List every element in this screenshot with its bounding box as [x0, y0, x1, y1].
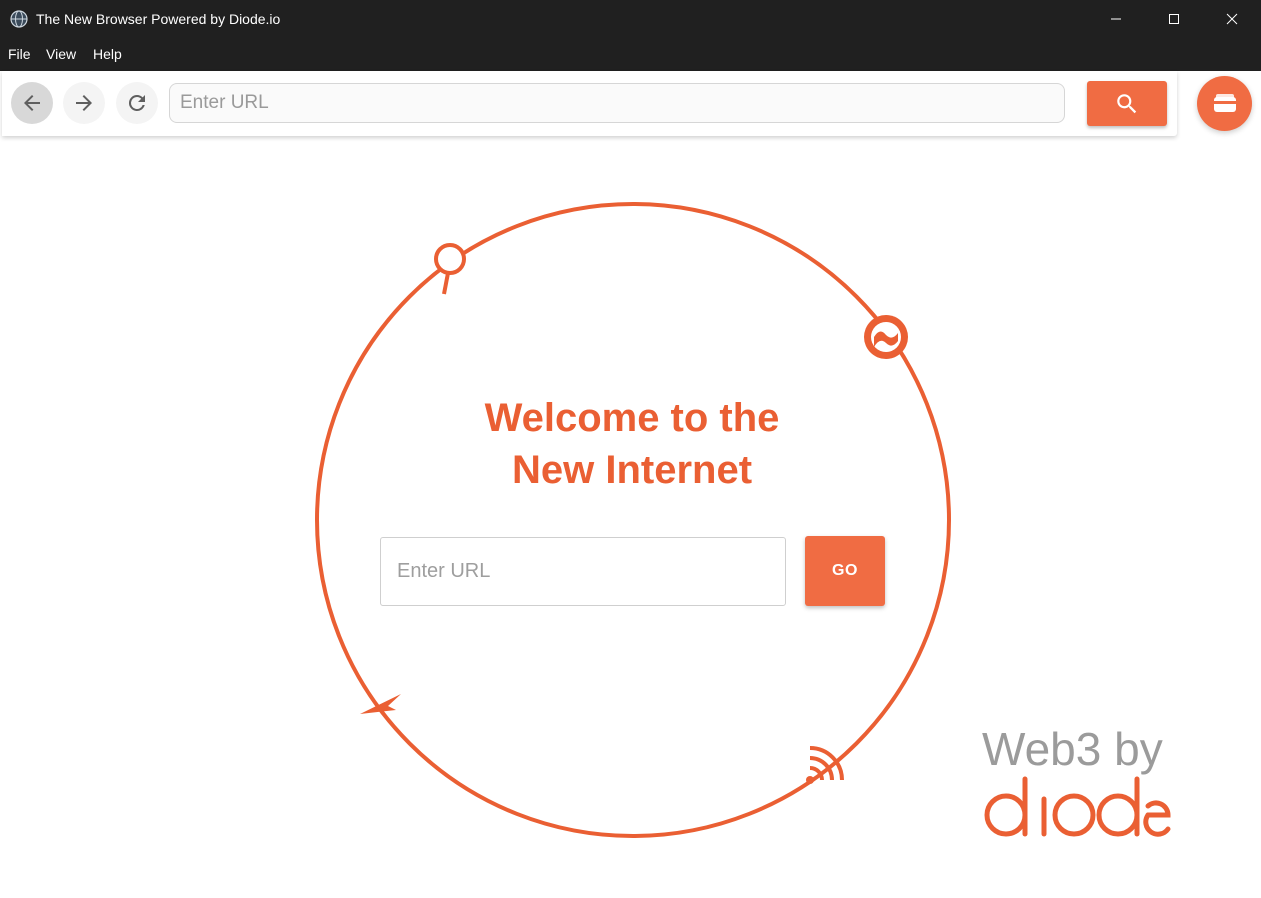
title-bar: The New Browser Powered by Diode.io	[0, 0, 1261, 38]
forward-button[interactable]	[63, 82, 105, 124]
rocket-icon	[360, 694, 401, 714]
menu-file[interactable]: File	[8, 46, 31, 62]
minimize-icon	[1111, 18, 1121, 20]
minimize-button[interactable]	[1087, 0, 1145, 38]
go-button[interactable]: GO	[805, 536, 885, 606]
diode-logo	[984, 776, 1171, 837]
wallet-button[interactable]	[1197, 76, 1252, 131]
reload-icon	[128, 94, 145, 111]
signal-icon	[806, 746, 844, 784]
close-icon	[1226, 13, 1238, 25]
app-globe-icon	[10, 10, 28, 28]
globe-icon	[864, 315, 908, 359]
search-icon	[1117, 93, 1137, 113]
welcome-line-2: New Internet	[511, 448, 753, 492]
menu-view[interactable]: View	[46, 46, 76, 62]
maximize-button[interactable]	[1145, 0, 1203, 38]
brand-tagline: Web3 by	[982, 723, 1163, 775]
maximize-icon	[1169, 14, 1179, 24]
main-url-input[interactable]	[380, 537, 786, 606]
menu-bar: File View Help	[0, 38, 1261, 71]
reload-button[interactable]	[116, 82, 158, 124]
arrow-right-icon	[76, 95, 92, 111]
close-button[interactable]	[1203, 0, 1261, 38]
welcome-heading: Welcome to the New Internet	[432, 392, 832, 496]
browser-toolbar	[2, 71, 1177, 136]
welcome-line-1: Welcome to the	[484, 396, 780, 440]
menu-help[interactable]: Help	[93, 46, 122, 62]
back-button[interactable]	[11, 82, 53, 124]
orbit-graphic	[315, 202, 951, 838]
toolbar-url-input[interactable]	[169, 83, 1065, 123]
window-title: The New Browser Powered by Diode.io	[36, 11, 281, 27]
wallet-icon	[1213, 93, 1236, 112]
magnifier-icon	[434, 243, 466, 295]
search-button[interactable]	[1087, 81, 1167, 126]
arrow-left-icon	[24, 95, 40, 111]
